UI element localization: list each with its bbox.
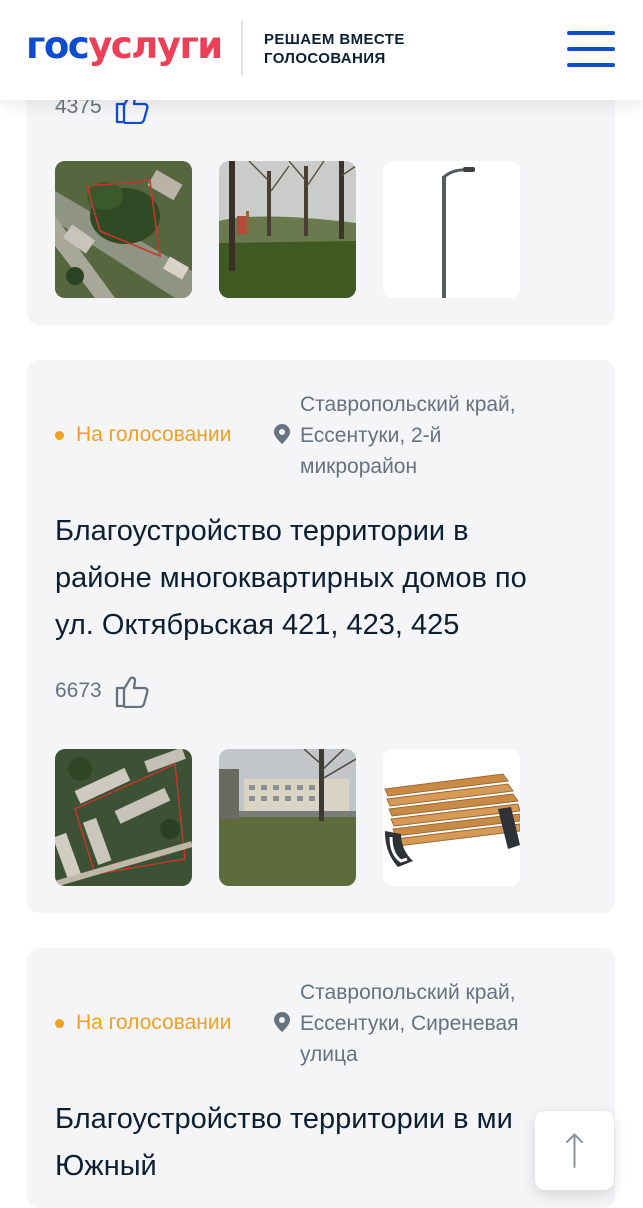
project-location: Ставропольский край, Ессентуки, Сиренева… (300, 981, 519, 1066)
header-divider (241, 20, 243, 76)
gallery-image-aerial[interactable] (55, 161, 192, 298)
gallery-image-bench[interactable] (383, 749, 520, 886)
scroll-to-top-button[interactable] (535, 1111, 614, 1190)
gallery-image-aerial[interactable] (55, 749, 192, 886)
arrow-up-icon (566, 1133, 583, 1168)
gallery-image-park[interactable] (219, 161, 356, 298)
status-dot (55, 430, 64, 440)
location-pin-icon (274, 1012, 290, 1032)
likes-counter[interactable]: 6673 (55, 674, 150, 708)
location-pin-icon (274, 424, 290, 444)
status-dot (55, 1018, 64, 1028)
image-gallery (55, 749, 520, 886)
project-card[interactable]: На голосовании Ставропольский край, Ессе… (27, 948, 615, 1208)
burger-menu-icon[interactable] (567, 31, 615, 67)
status-label: На голосовании (76, 1011, 232, 1034)
image-gallery (55, 161, 520, 298)
gosuslugi-logo[interactable]: госуслуги (26, 24, 223, 68)
project-title[interactable]: Благоустройство территории в районе мног… (55, 508, 595, 649)
thumbs-up-icon (115, 676, 149, 708)
status-label: На голосовании (76, 423, 232, 446)
project-card[interactable]: На голосовании Ставропольский край, Ессе… (27, 360, 615, 913)
gallery-image-courtyard[interactable] (219, 749, 356, 886)
gallery-image-street-lamp[interactable] (383, 161, 520, 298)
status-badge: На голосовании (55, 1011, 231, 1035)
project-title[interactable]: Благоустройство территории в ми Южный (55, 1096, 595, 1190)
site-header: госуслуги РЕШАЕМ ВМЕСТЕ ГОЛОСОВАНИЯ (0, 0, 643, 100)
header-tagline: РЕШАЕМ ВМЕСТЕ ГОЛОСОВАНИЯ (264, 31, 405, 67)
project-location: Ставропольский край, Ессентуки, 2-й микр… (300, 393, 516, 478)
status-badge: На голосовании (55, 423, 231, 447)
likes-count: 6673 (55, 679, 102, 702)
